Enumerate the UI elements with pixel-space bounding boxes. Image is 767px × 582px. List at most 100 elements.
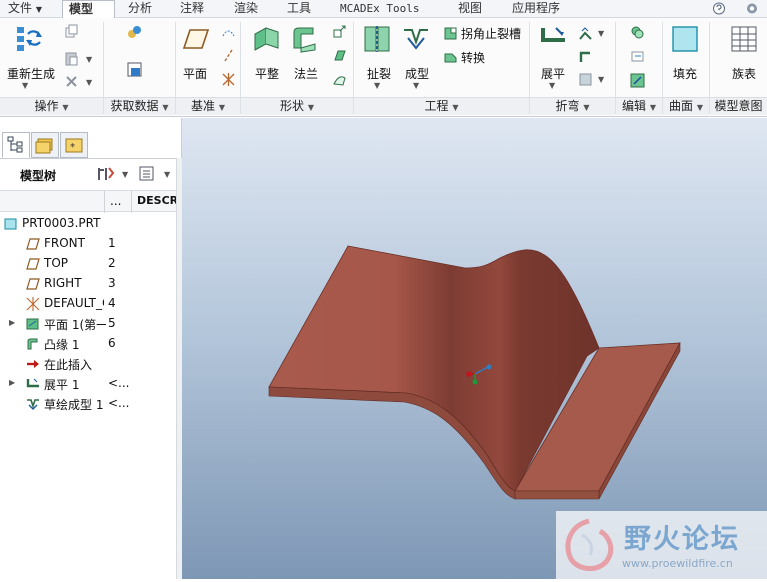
family-table-icon[interactable]: [730, 25, 757, 52]
tree-item-label: 平面 1(第一: [44, 318, 106, 332]
settings-gear-icon[interactable]: [744, 1, 760, 16]
tree-item-label: PRT0003.PRT: [22, 216, 101, 230]
rip-icon[interactable]: [363, 24, 390, 52]
merge-icon[interactable]: [630, 25, 645, 40]
group-label-model-intent[interactable]: 模型意图: [710, 97, 767, 115]
group-label-get-data[interactable]: 获取数据 ▼: [104, 97, 175, 115]
chevron-down-icon[interactable]: ▼: [598, 75, 604, 84]
trim-icon[interactable]: [630, 49, 645, 64]
blend-wall-icon[interactable]: [332, 72, 347, 87]
tab-annotate[interactable]: 注释: [174, 0, 210, 18]
form-button[interactable]: 成型: [405, 65, 429, 82]
tree-item-right[interactable]: RIGHT 3: [0, 274, 176, 294]
tab-tools[interactable]: 工具: [281, 0, 317, 18]
column-number-header[interactable]: ...: [110, 194, 121, 208]
chevron-down-icon[interactable]: ▼: [164, 170, 170, 179]
graphics-viewport[interactable]: [182, 118, 767, 579]
copy-icon[interactable]: [64, 24, 79, 39]
column-description-header[interactable]: DESCR: [137, 194, 178, 207]
file-menu[interactable]: 文件 ▼: [2, 0, 48, 18]
expand-arrow-icon[interactable]: ▶: [9, 318, 15, 327]
datum-plane-icon: [26, 238, 40, 250]
tree-item-front[interactable]: FRONT 1: [0, 234, 176, 254]
tree-item-flat-wall[interactable]: ▶ 平面 1(第一 5: [0, 314, 176, 334]
tab-applications[interactable]: 应用程序: [506, 0, 566, 18]
copy-geometry-icon[interactable]: [127, 24, 142, 39]
tree-column-header: ... DESCR: [0, 190, 178, 213]
convert-icon[interactable]: [443, 50, 458, 65]
group-label-text: 形状: [280, 99, 305, 113]
regenerate-button[interactable]: 重新生成: [7, 65, 55, 82]
chevron-down-icon[interactable]: ▼: [549, 81, 555, 90]
flange-icon[interactable]: [291, 24, 317, 53]
help-icon[interactable]: [712, 2, 726, 15]
form-icon[interactable]: [402, 24, 428, 50]
flange-button[interactable]: 法兰: [294, 65, 318, 82]
tree-item-default-csys[interactable]: DEFAULT_C 4: [0, 294, 176, 314]
axis-point-icon[interactable]: [221, 24, 236, 39]
chevron-down-icon: ▼: [162, 103, 169, 112]
edge-bend-icon[interactable]: [578, 49, 593, 64]
unbend-icon[interactable]: [539, 24, 565, 50]
group-label-shapes[interactable]: 形状 ▼: [241, 97, 353, 115]
tree-settings-icon[interactable]: [96, 165, 116, 183]
tab-favorites[interactable]: *: [60, 132, 88, 158]
group-label-operations[interactable]: 操作 ▼: [0, 97, 103, 115]
watermark-url: www.proewildfire.cn: [622, 557, 733, 570]
delete-x-icon[interactable]: [64, 74, 79, 89]
group-label-surfaces[interactable]: 曲面 ▼: [663, 97, 709, 115]
plane-button[interactable]: 平面: [183, 65, 207, 82]
tab-mcadex-tools[interactable]: MCADEx Tools: [334, 0, 425, 18]
flange-icon: [27, 338, 38, 350]
tree-item-sketched-form[interactable]: 草绘成型 1 <...: [0, 394, 176, 414]
shrinkwrap-icon[interactable]: [127, 62, 142, 77]
tree-root-item[interactable]: PRT0003.PRT: [0, 214, 176, 234]
chevron-down-icon[interactable]: ▼: [122, 170, 128, 179]
chevron-down-icon[interactable]: ▼: [86, 55, 92, 64]
tab-analysis[interactable]: 分析: [122, 0, 158, 18]
plane-icon[interactable]: [182, 26, 210, 52]
convert-button[interactable]: 转换: [461, 49, 485, 66]
tree-item-top[interactable]: TOP 2: [0, 254, 176, 274]
flat-button[interactable]: 平整: [255, 65, 279, 82]
expand-arrow-icon[interactable]: ▶: [9, 378, 15, 387]
group-label-datum[interactable]: 基准 ▼: [176, 97, 240, 115]
regenerate-icon[interactable]: [14, 24, 42, 51]
tab-render[interactable]: 渲染: [228, 0, 264, 18]
group-label-text: 操作: [34, 99, 59, 113]
tab-view[interactable]: 视图: [452, 0, 488, 18]
flat-wall-icon[interactable]: [252, 24, 279, 51]
family-table-button[interactable]: 族表: [732, 65, 756, 82]
tab-model[interactable]: 模型: [62, 0, 115, 19]
extend-icon[interactable]: [332, 24, 347, 39]
corner-relief-button[interactable]: 拐角止裂槽: [461, 25, 521, 42]
fill-button[interactable]: 填充: [673, 65, 697, 82]
corner-relief-icon[interactable]: [443, 26, 458, 41]
tree-item-flange[interactable]: 凸缘 1 6: [0, 334, 176, 354]
bend-icon[interactable]: [578, 26, 593, 41]
tab-folder-browser[interactable]: [31, 132, 59, 158]
tree-item-unbend[interactable]: ▶ 展平 1 <...: [0, 374, 176, 394]
axis-icon[interactable]: [221, 48, 236, 63]
chevron-down-icon: ▼: [583, 103, 590, 112]
paste-icon[interactable]: [64, 51, 79, 66]
fill-icon[interactable]: [671, 25, 698, 52]
chevron-down-icon[interactable]: ▼: [598, 29, 604, 38]
coordinate-system-icon[interactable]: [221, 72, 236, 87]
chevron-down-icon[interactable]: ▼: [22, 81, 28, 90]
rip-button[interactable]: 扯裂: [367, 65, 391, 82]
sketched-form-edit-icon[interactable]: [630, 73, 645, 88]
tree-item-insert-here[interactable]: 在此插入: [0, 354, 176, 374]
group-label-editing[interactable]: 编辑 ▼: [616, 97, 662, 115]
chevron-down-icon[interactable]: ▼: [86, 78, 92, 87]
group-label-bends[interactable]: 折弯 ▼: [530, 97, 615, 115]
chevron-down-icon[interactable]: ▼: [374, 81, 380, 90]
twist-icon[interactable]: [332, 48, 347, 63]
tab-model-tree[interactable]: [2, 132, 30, 158]
sheetmetal-part-model[interactable]: [182, 118, 767, 579]
tree-filter-icon[interactable]: [138, 165, 156, 183]
bend-back-icon[interactable]: [578, 72, 593, 87]
group-label-engineering[interactable]: 工程 ▼: [354, 97, 529, 115]
unbend-button[interactable]: 展平: [541, 65, 565, 82]
chevron-down-icon[interactable]: ▼: [413, 81, 419, 90]
